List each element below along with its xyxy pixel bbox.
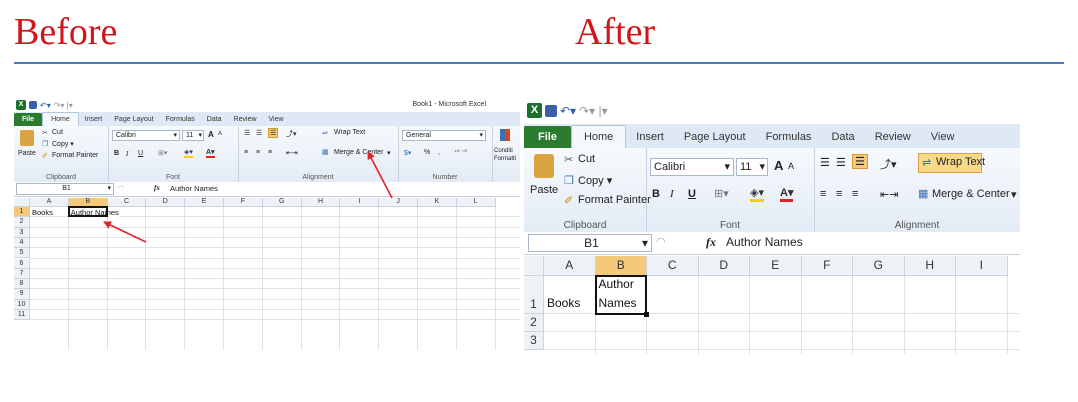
- tab-insert[interactable]: Insert: [626, 126, 674, 148]
- align-middle-icon[interactable]: ☰: [836, 156, 846, 169]
- tab-file[interactable]: File: [524, 126, 571, 148]
- fill-color-icon[interactable]: ◈▾: [750, 186, 764, 202]
- cut-icon[interactable]: ✂: [564, 153, 573, 166]
- tab-data[interactable]: Data: [821, 126, 864, 148]
- copy-icon[interactable]: ❐: [564, 174, 574, 187]
- gridline: [544, 331, 1020, 332]
- italic-button[interactable]: I: [670, 188, 674, 200]
- after-excel-screenshot: X ↶▾ ↷▾ |▾ File Home Insert Page Layout …: [524, 98, 1020, 354]
- merge-center-button[interactable]: Merge & Center: [932, 188, 1010, 200]
- active-cell-border: [594, 275, 647, 315]
- column-header-e[interactable]: E: [750, 256, 802, 276]
- font-name-value: Calibri: [654, 161, 686, 173]
- grow-font-button[interactable]: A: [774, 158, 783, 173]
- formula-bar-content[interactable]: Author Names: [726, 235, 803, 249]
- shrink-font-button[interactable]: A: [788, 161, 794, 171]
- alignment-group-label: Alignment: [894, 220, 940, 231]
- arrow-to-cell: [103, 221, 147, 243]
- align-bottom-icon[interactable]: ☰: [852, 154, 868, 169]
- clipboard-group: Paste ✂ Cut ❐ Copy ▾ ✐ Format Painter Cl…: [524, 148, 651, 232]
- undo-icon[interactable]: ↶▾: [560, 104, 576, 118]
- gridline: [544, 349, 1020, 350]
- gridline: [749, 276, 750, 354]
- alignment-group: ☰ ☰ ☰ ⤴▾ ⇌ Wrap Text ≡ ≡ ≡ ⇤⇥ ▦ Merge & …: [814, 148, 1020, 232]
- gridline: [903, 276, 905, 354]
- excel-logo-icon: X: [527, 103, 542, 118]
- worksheet-grid[interactable]: A B C D E F G H I 1 2 3 Books Author Names: [524, 256, 1020, 354]
- cell-a1[interactable]: Books: [547, 296, 580, 310]
- format-painter-icon[interactable]: ✐: [564, 194, 573, 207]
- bold-button[interactable]: B: [652, 188, 660, 200]
- row-header-1[interactable]: 1: [524, 276, 544, 314]
- column-header-i[interactable]: I: [956, 256, 1008, 276]
- tab-formulas[interactable]: Formulas: [756, 126, 822, 148]
- arrow-to-wrap-text: [367, 151, 393, 199]
- save-icon[interactable]: [545, 104, 557, 117]
- tab-review[interactable]: Review: [865, 126, 921, 148]
- indent-icon[interactable]: ⇤⇥: [880, 188, 898, 201]
- font-size-value: 11: [740, 161, 752, 173]
- font-group-label: Font: [719, 220, 740, 231]
- column-header-d[interactable]: D: [698, 256, 750, 276]
- align-center-icon[interactable]: ≡: [836, 188, 842, 200]
- underline-button[interactable]: U: [688, 188, 696, 200]
- column-header-c[interactable]: C: [647, 256, 699, 276]
- format-painter-button[interactable]: Format Painter: [578, 194, 651, 206]
- tab-view[interactable]: View: [921, 126, 965, 148]
- align-right-icon[interactable]: ≡: [852, 188, 858, 200]
- wrap-text-button[interactable]: Wrap Text: [936, 156, 985, 168]
- title-bar: X ↶▾ ↷▾ |▾: [524, 98, 1020, 124]
- borders-icon[interactable]: ⊞▾: [714, 187, 729, 200]
- column-header-g[interactable]: G: [853, 256, 905, 276]
- merge-center-icon[interactable]: ▦: [918, 187, 928, 200]
- copy-button[interactable]: Copy ▾: [578, 174, 612, 187]
- cut-button[interactable]: Cut: [578, 153, 595, 165]
- font-name-dropdown[interactable]: Calibri ▾: [650, 158, 734, 176]
- name-box[interactable]: B1 ▾: [528, 234, 652, 252]
- orientation-icon[interactable]: ⤴▾: [880, 156, 897, 172]
- gridline: [697, 276, 699, 354]
- ribbon: Paste ✂ Cut ❐ Copy ▾ ✐ Format Painter Cl…: [524, 148, 1020, 233]
- paste-button[interactable]: Paste: [530, 184, 558, 196]
- insert-function-icon[interactable]: fx: [706, 235, 716, 250]
- tab-home[interactable]: Home: [570, 125, 627, 148]
- font-size-dropdown[interactable]: 11 ▾: [736, 158, 768, 176]
- font-group: Calibri ▾ 11 ▾ A A B I U ⊞▾ ◈▾ A▾ Font: [646, 148, 815, 232]
- align-top-icon[interactable]: ☰: [820, 156, 830, 169]
- row-header-3[interactable]: 3: [524, 332, 544, 350]
- column-header-f[interactable]: F: [801, 256, 853, 276]
- select-all-corner[interactable]: [524, 256, 544, 276]
- wrap-text-icon[interactable]: ⇌: [922, 156, 931, 169]
- font-color-icon[interactable]: A▾: [780, 186, 794, 202]
- tab-page-layout[interactable]: Page Layout: [674, 126, 756, 148]
- name-box-value: B1: [584, 236, 599, 250]
- gridline: [955, 276, 956, 354]
- redo-icon[interactable]: ↷▾ |▾: [579, 104, 608, 118]
- row-header-2[interactable]: 2: [524, 314, 544, 332]
- formula-bar: B1 ▾ ◠ fx Author Names: [524, 232, 1020, 255]
- column-header-h[interactable]: H: [904, 256, 956, 276]
- gridline: [852, 276, 853, 354]
- gridline: [800, 276, 802, 354]
- merge-dropdown-icon[interactable]: ▾: [1011, 188, 1017, 201]
- column-header-a[interactable]: A: [544, 256, 596, 276]
- clipboard-group-label: Clipboard: [563, 220, 607, 231]
- gridline: [1006, 276, 1008, 354]
- column-header-b[interactable]: B: [595, 256, 647, 276]
- cancel-entry-icon[interactable]: ◠: [656, 235, 666, 248]
- paste-icon[interactable]: [534, 154, 554, 178]
- fill-handle[interactable]: [644, 312, 649, 317]
- align-left-icon[interactable]: ≡: [820, 188, 826, 200]
